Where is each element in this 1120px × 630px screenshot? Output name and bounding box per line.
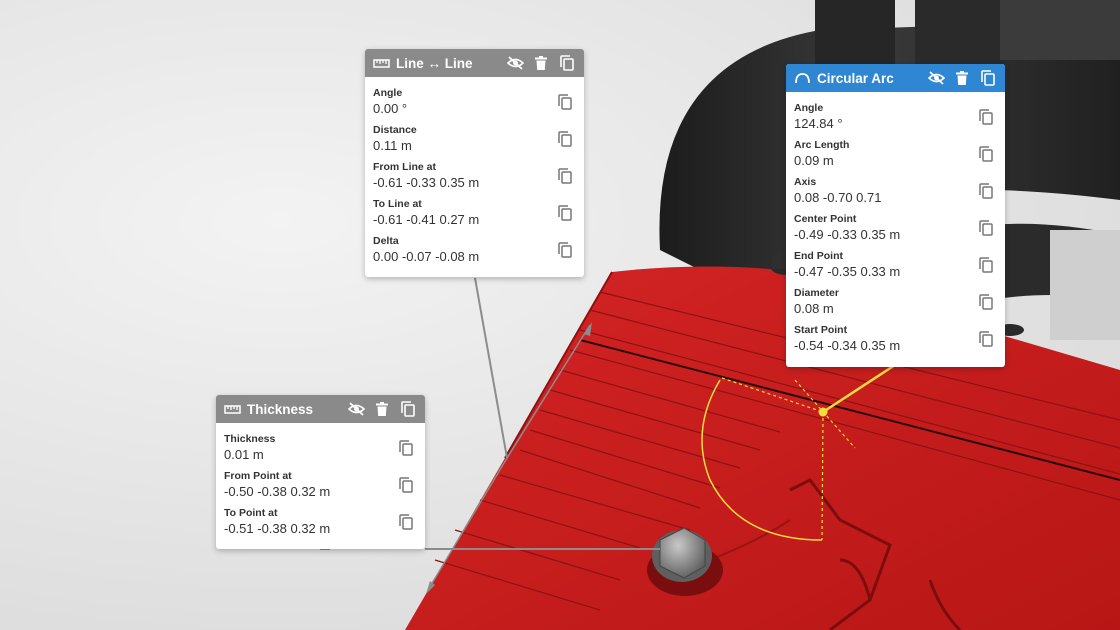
copy-icon[interactable] [977,256,995,274]
row-label: Arc Length [794,138,850,151]
trash-icon[interactable] [953,69,971,87]
list-item: Start Point -0.54 -0.34 0.35 m [794,320,997,357]
row-value: -0.61 -0.33 0.35 m [373,174,480,190]
row-value: 0.11 m [373,137,412,153]
line-line-title: Line ↔ Line [396,55,473,71]
row-value: 0.08 -0.70 0.71 [794,189,882,205]
copy-icon[interactable] [397,513,415,531]
row-label: End Point [794,249,843,262]
copy-icon[interactable] [979,69,997,87]
list-item: Angle 124.84 ° [794,98,997,135]
row-value: -0.50 -0.38 0.32 m [224,483,331,499]
row-value: -0.51 -0.38 0.32 m [224,520,331,536]
copy-icon[interactable] [399,400,417,418]
row-value: -0.47 -0.35 0.33 m [794,263,901,279]
copy-icon[interactable] [977,145,995,163]
row-label: From Line at [373,160,437,173]
circular-arc-rows: Angle 124.84 ° Arc Length 0.09 m Axis 0.08 … [786,92,1005,361]
row-label: Delta [373,234,399,247]
line-line-rows: Angle 0.00 ° Distance 0.11 m From Line at -… [365,77,584,272]
row-label: Angle [373,86,403,99]
line-line-header: Line ↔ Line [365,49,584,77]
thickness-title: Thickness [247,401,314,417]
copy-icon[interactable] [977,293,995,311]
row-value: -0.54 -0.34 0.35 m [794,337,901,353]
ruler-icon [224,402,242,416]
row-label: Axis [794,175,817,188]
list-item: To Point at -0.51 -0.38 0.32 m [224,503,417,540]
list-item: Angle 0.00 ° [373,83,576,120]
copy-icon[interactable] [397,476,415,494]
circular-arc-title: Circular Arc [817,70,894,86]
red-housing [405,255,1120,630]
arc-icon [794,71,812,85]
row-value: -0.49 -0.33 0.35 m [794,226,901,242]
row-value: 124.84 ° [794,115,843,131]
trash-icon[interactable] [373,400,391,418]
list-item: Delta 0.00 -0.07 -0.08 m [373,231,576,268]
list-item: To Line at -0.61 -0.41 0.27 m [373,194,576,231]
row-label: To Line at [373,197,422,210]
row-label: Angle [794,101,824,114]
row-label: From Point at [224,469,292,482]
trash-icon[interactable] [532,54,550,72]
list-item: Distance 0.11 m [373,120,576,157]
list-item: Diameter 0.08 m [794,283,997,320]
list-item: End Point -0.47 -0.35 0.33 m [794,246,997,283]
row-label: Distance [373,123,417,136]
row-label: Start Point [794,323,848,336]
row-value: 0.00 ° [373,100,408,116]
hide-icon[interactable] [927,69,945,87]
row-value: 0.09 m [794,152,834,168]
thickness-header: Thickness [216,395,425,423]
copy-icon[interactable] [558,54,576,72]
thickness-rows: Thickness 0.01 m From Point at -0.50 -0.38… [216,423,425,544]
row-value: 0.08 m [794,300,834,316]
list-item: Center Point -0.49 -0.33 0.35 m [794,209,997,246]
hide-icon[interactable] [506,54,524,72]
copy-icon[interactable] [556,241,574,259]
copy-icon[interactable] [556,93,574,111]
list-item: From Point at -0.50 -0.38 0.32 m [224,466,417,503]
copy-icon[interactable] [397,439,415,457]
line-line-panel: Line ↔ Line Angle 0.00 ° Distance 0.11 m F… [365,49,584,277]
row-value: 0.00 -0.07 -0.08 m [373,248,480,264]
copy-icon[interactable] [977,330,995,348]
row-label: Thickness [224,432,276,445]
copy-icon[interactable] [977,219,995,237]
copy-icon[interactable] [556,130,574,148]
list-item: From Line at -0.61 -0.33 0.35 m [373,157,576,194]
row-value: 0.01 m [224,446,264,462]
ruler-icon [373,56,391,70]
row-label: Center Point [794,212,857,225]
hide-icon[interactable] [347,400,365,418]
row-value: -0.61 -0.41 0.27 m [373,211,480,227]
circular-arc-panel: Circular Arc Angle 124.84 ° Arc Length 0.0… [786,64,1005,367]
circular-arc-header: Circular Arc [786,64,1005,92]
thickness-panel: Thickness Thickness 0.01 m From Point at -… [216,395,425,549]
list-item: Axis 0.08 -0.70 0.71 [794,172,997,209]
list-item: Thickness 0.01 m [224,429,417,466]
copy-icon[interactable] [556,167,574,185]
copy-icon[interactable] [977,108,995,126]
row-label: To Point at [224,506,278,519]
list-item: Arc Length 0.09 m [794,135,997,172]
row-label: Diameter [794,286,839,299]
copy-icon[interactable] [556,204,574,222]
copy-icon[interactable] [977,182,995,200]
